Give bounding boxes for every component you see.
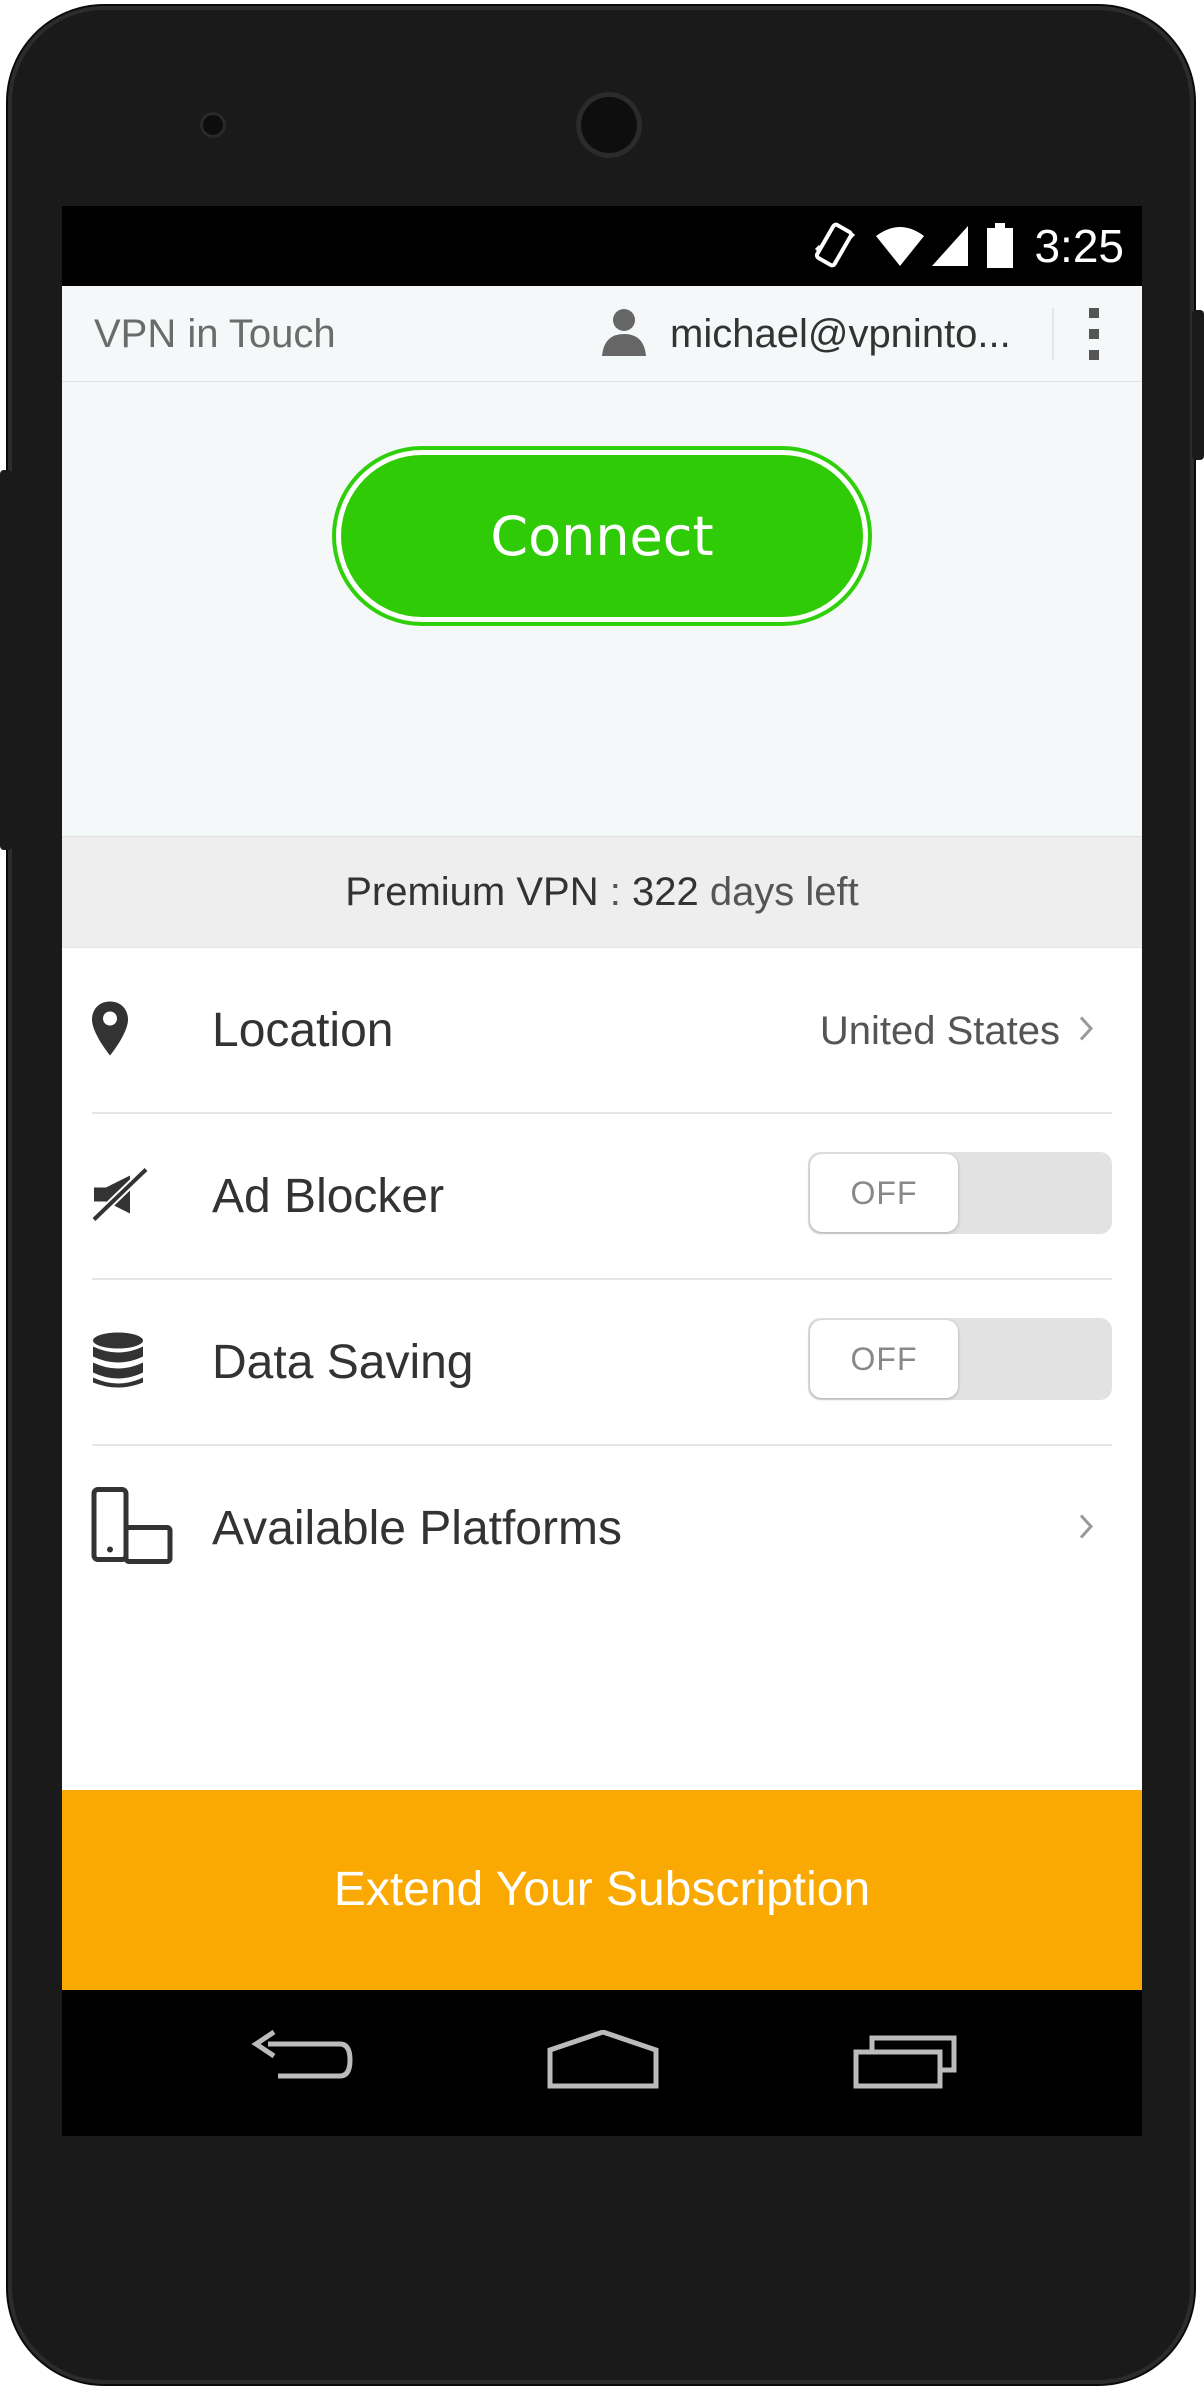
status-clock: 3:25 (1034, 220, 1124, 272)
navigation-bar (62, 1990, 1142, 2136)
status-bar: 3:25 (62, 206, 1142, 286)
app-title: VPN in Touch (94, 312, 336, 356)
subscription-status: Premium VPN : 322 days left (62, 836, 1142, 948)
chevron-right-icon (1078, 1513, 1094, 1546)
overflow-menu-icon[interactable] (1086, 306, 1102, 367)
devices-icon (90, 1486, 174, 1573)
recents-icon[interactable] (852, 2030, 958, 2095)
wifi-icon (874, 224, 926, 268)
extend-subscription-button[interactable]: Extend Your Subscription (62, 1790, 1142, 1990)
connect-button-label: Connect (341, 455, 863, 617)
home-icon[interactable] (546, 2029, 660, 2095)
ad-blocker-label: Ad Blocker (212, 1170, 445, 1223)
volume-button (0, 470, 12, 850)
subscription-plan: Premium VPN (345, 870, 599, 914)
map-pin-icon (90, 1000, 130, 1063)
back-icon[interactable] (248, 2029, 354, 2095)
ad-blocker-row: Ad Blocker OFF (62, 1114, 1142, 1280)
data-saving-row: Data Saving OFF (62, 1280, 1142, 1446)
data-saving-label: Data Saving (212, 1336, 474, 1389)
front-camera (200, 112, 226, 138)
data-saving-toggle-state: OFF (810, 1320, 958, 1398)
vibrate-icon (812, 220, 858, 272)
account-email[interactable]: michael@vpninto... (670, 286, 1011, 382)
ad-blocker-toggle[interactable]: OFF (808, 1152, 1112, 1234)
data-saving-toggle[interactable]: OFF (808, 1318, 1112, 1400)
battery-icon (986, 223, 1014, 269)
database-icon (90, 1331, 146, 1396)
earpiece-speaker (576, 92, 642, 158)
screen: 3:25 VPN in Touch michael@vpninto... Con… (62, 206, 1142, 2136)
chevron-right-icon (1078, 1015, 1094, 1048)
location-row[interactable]: Location United States (62, 948, 1142, 1114)
subscription-suffix: days left (698, 870, 859, 914)
cell-signal-icon (930, 224, 970, 268)
subscription-separator: : (598, 870, 632, 914)
app-bar-divider (1052, 308, 1054, 360)
location-value: United States (819, 1009, 1060, 1053)
available-platforms-row[interactable]: Available Platforms (62, 1446, 1142, 1612)
ad-blocker-toggle-state: OFF (810, 1154, 958, 1232)
location-label: Location (212, 1004, 394, 1057)
user-icon[interactable] (600, 306, 648, 363)
connect-button[interactable]: Connect (332, 446, 872, 626)
subscription-days: 322 (631, 870, 699, 914)
available-platforms-label: Available Platforms (212, 1502, 622, 1555)
ad-blocker-icon (90, 1166, 150, 1229)
settings-list: Location United States Ad Blocker OFF Da… (62, 948, 1142, 1790)
app-bar: VPN in Touch michael@vpninto... (62, 286, 1142, 382)
connect-area: Connect (62, 382, 1142, 836)
power-button (1192, 310, 1204, 460)
